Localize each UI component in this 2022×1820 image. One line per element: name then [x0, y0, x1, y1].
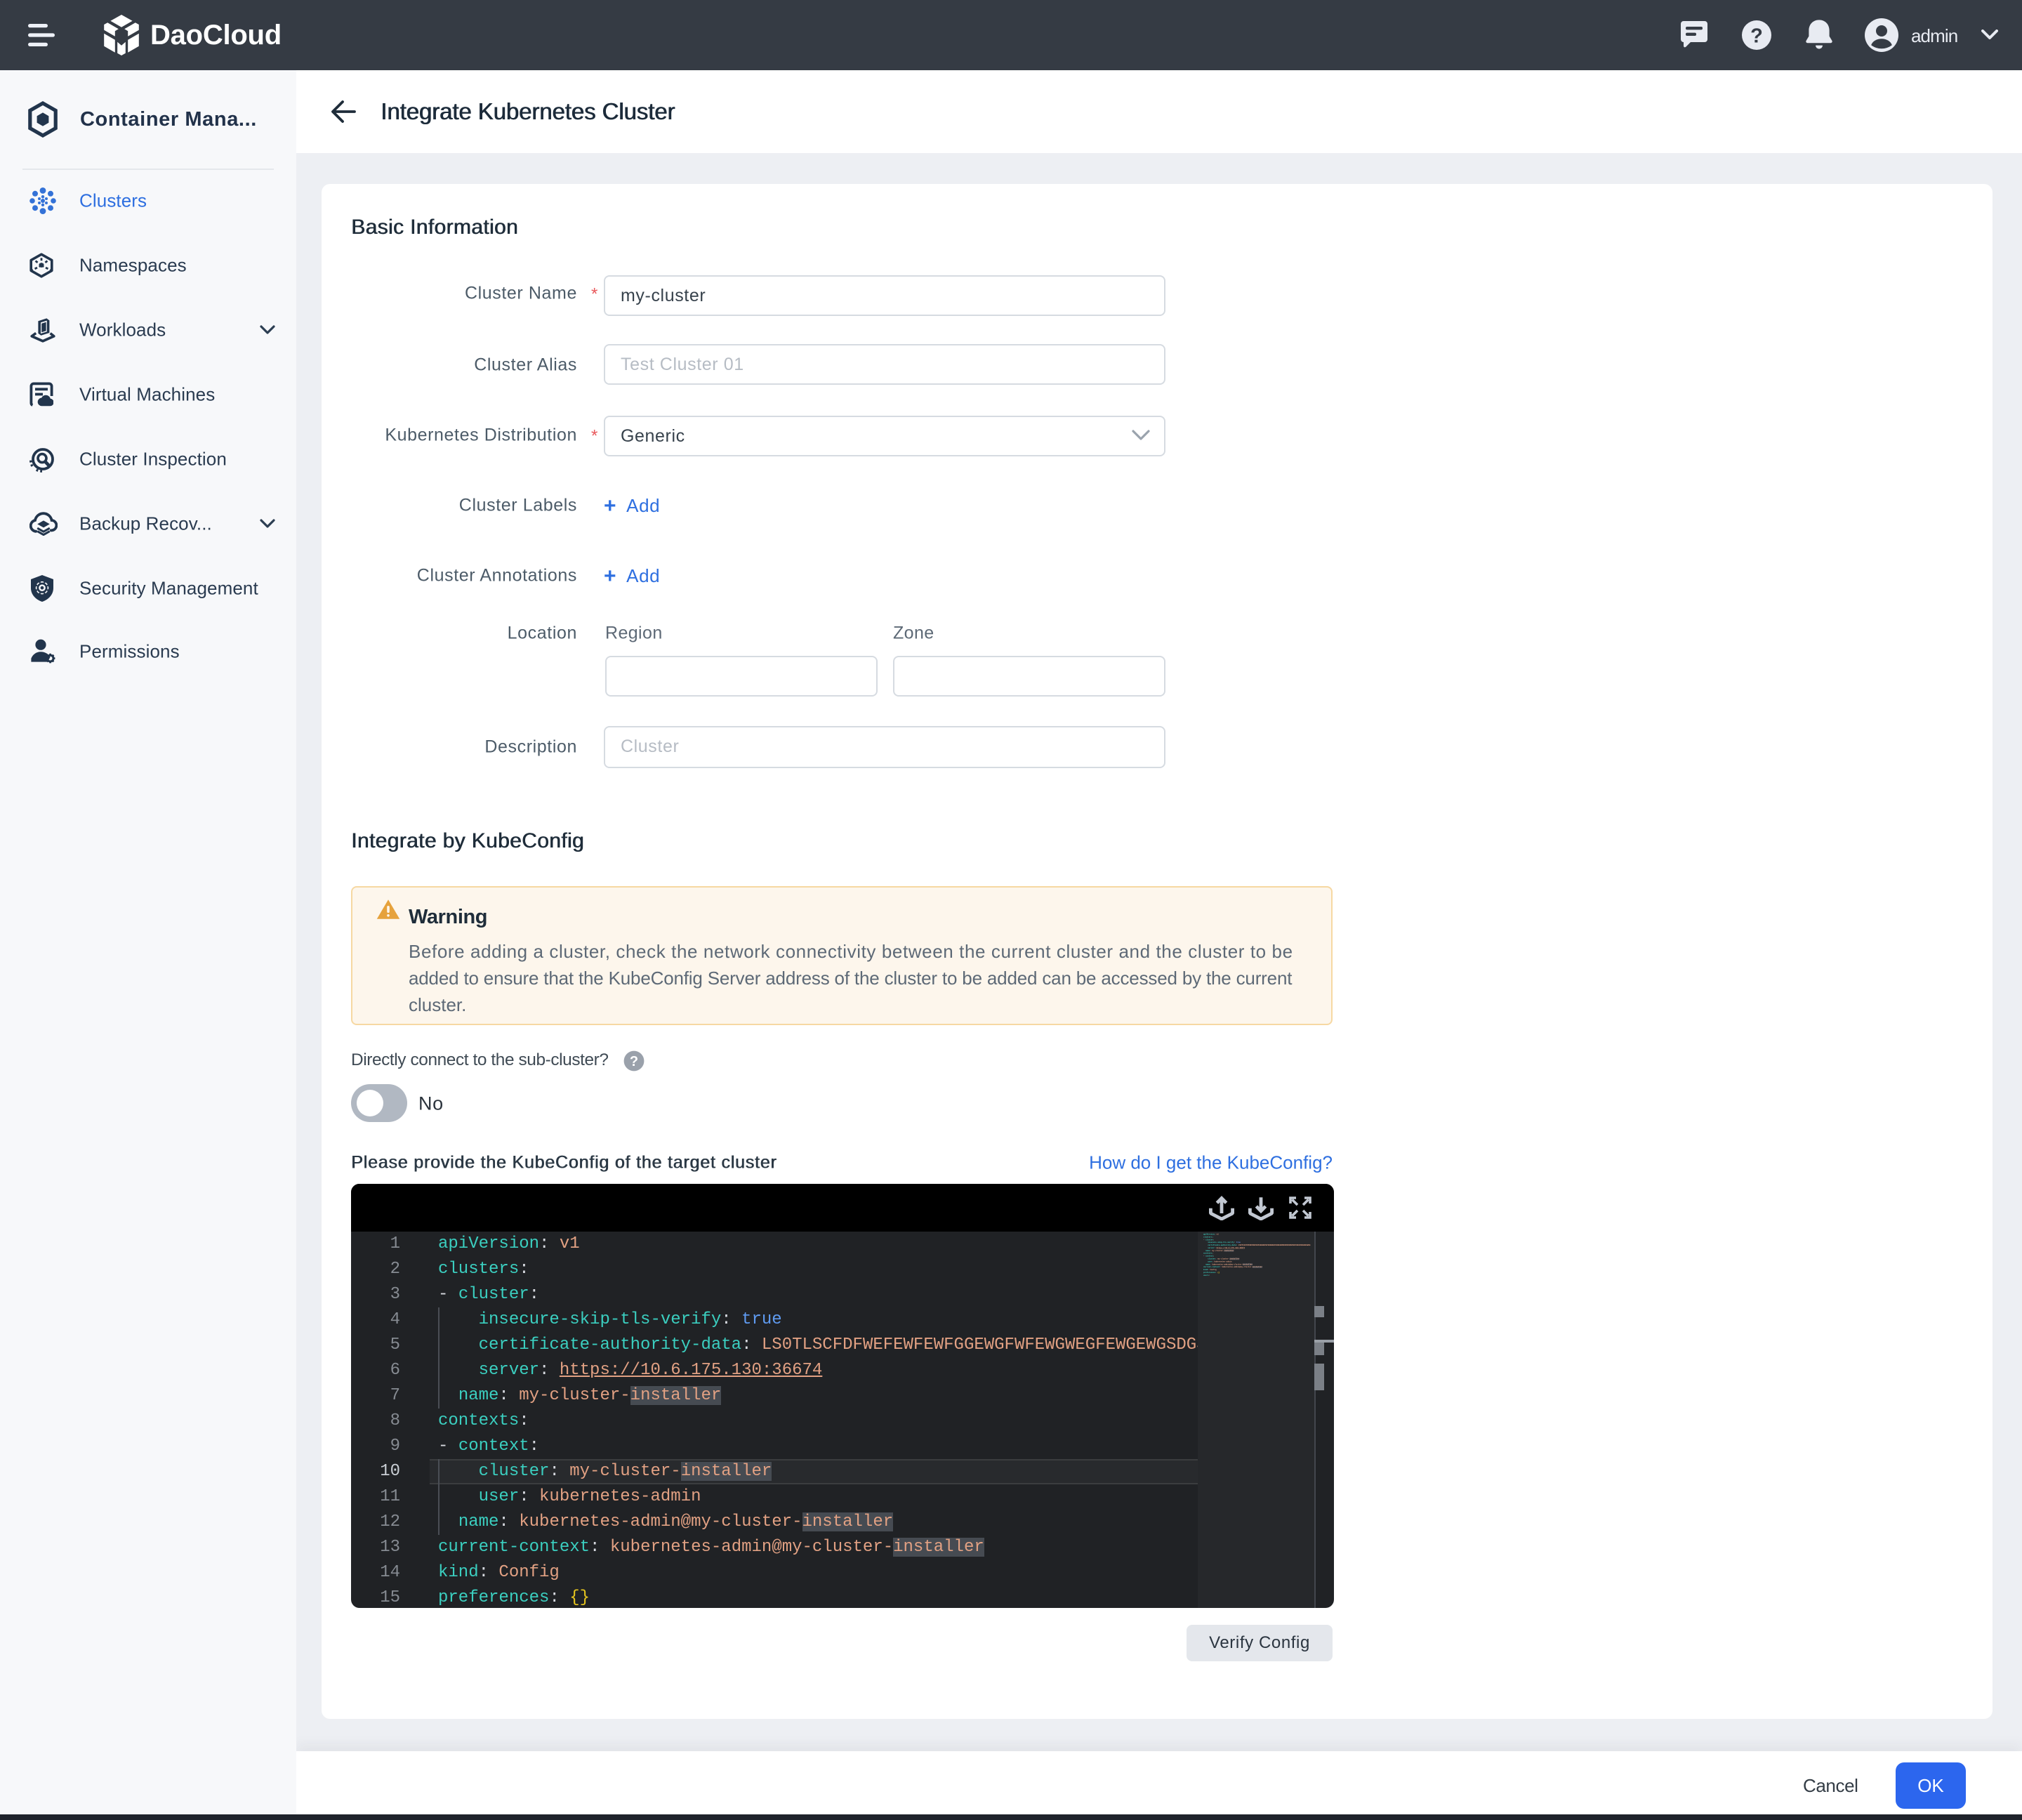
svg-text:?: ? [1750, 25, 1763, 47]
svg-text:?: ? [630, 1054, 638, 1069]
